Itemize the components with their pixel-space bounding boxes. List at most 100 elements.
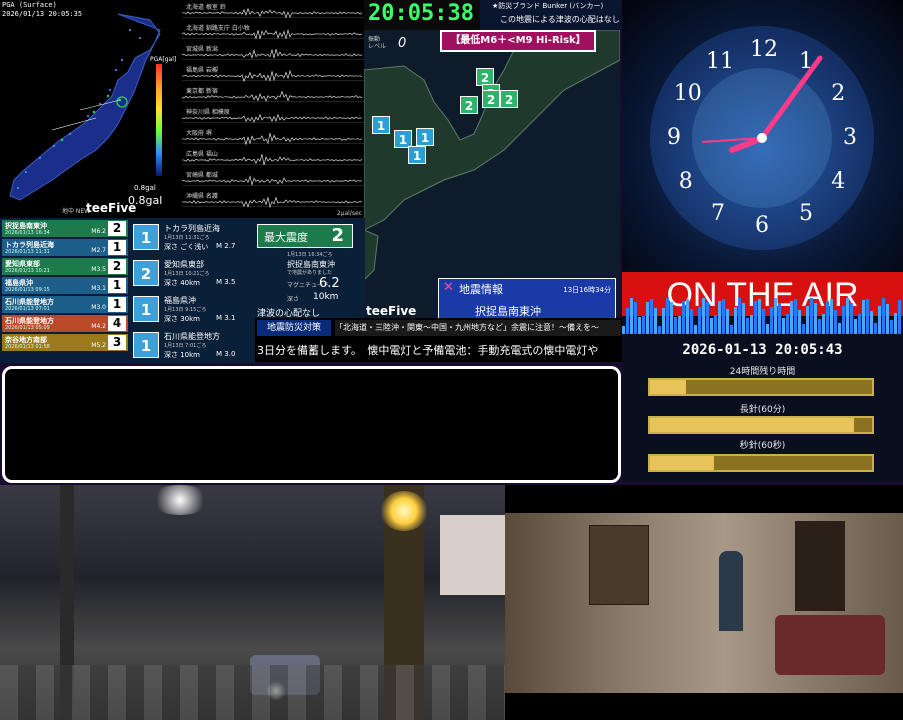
wave-bar xyxy=(798,310,801,334)
clock-numeral: 5 xyxy=(794,201,818,226)
person xyxy=(719,551,743,631)
earthquake-list-item[interactable]: トカラ列島近海 2026/01/13 11:31 M2.7 1 xyxy=(2,239,128,256)
intensity-marker: 1 xyxy=(416,128,434,146)
wave-bar xyxy=(858,314,861,334)
eq-magnitude: M3.0 xyxy=(91,304,106,311)
earthquake-list-item[interactable]: 択捉島南東沖 2026/01/13 16:34 M6.2 2 xyxy=(2,220,128,237)
detail-magnitude: M 2.7 xyxy=(216,242,235,250)
detail-magnitude: M 3.5 xyxy=(216,278,235,286)
wave-bar xyxy=(774,298,777,334)
wave-bar xyxy=(690,309,693,334)
wave-bar xyxy=(830,299,833,334)
wave-bar xyxy=(630,298,633,334)
wave-bar xyxy=(794,299,797,334)
earthquake-list-item[interactable]: 奈谷地方南部 2026/01/13 01:58 M5.2 3 xyxy=(2,334,128,351)
wave-bar xyxy=(646,302,649,334)
wave-bar xyxy=(710,318,713,334)
intensity-map-panel: 振動 レベル 0 【最低M6＋<M9 Hi-Risk】 222221111 te… xyxy=(364,30,620,320)
doorway xyxy=(795,521,845,611)
info-mag-value: 6.2 xyxy=(319,276,340,291)
detail-magnitude: M 3.1 xyxy=(216,314,235,322)
bar1-label: 24時間残り時間 xyxy=(622,364,903,377)
bookshelf xyxy=(589,525,649,605)
earthquake-list: 択捉島南東沖 2026/01/13 16:34 M6.2 2 トカラ列島近海 2026/0… xyxy=(0,218,130,363)
clock-numeral: 10 xyxy=(674,81,698,106)
wave-bar xyxy=(754,301,757,334)
wave-bar xyxy=(838,323,841,334)
eq-intensity: 4 xyxy=(108,316,126,331)
earthquake-detail-item: 1 トカラ列島近海 1月13日 11:31ごろ 深さ ごく浅い M 2.7 xyxy=(130,220,258,254)
intensity-marker: 2 xyxy=(482,90,500,108)
wave-bar xyxy=(718,301,721,334)
wave-bar xyxy=(742,303,745,334)
intensity-marker: 1 xyxy=(372,116,390,134)
intensity-marker: 2 xyxy=(460,96,478,114)
wave-bar xyxy=(674,317,677,334)
eq-date: 2026/01/13 16:34 xyxy=(5,230,50,236)
wave-bar xyxy=(654,308,657,334)
intensity-marker: 1 xyxy=(408,146,426,164)
eq-info-panel: ✕ 地震情報 13日16時34分 択捉島南東沖 xyxy=(438,278,616,320)
earthquake-list-item[interactable]: 石川県能登地方 2026/01/13 05:09 M4.2 4 xyxy=(2,315,128,332)
wave-bar xyxy=(766,324,769,334)
ticker-scroll: 3日分を備蓄します。 懐中電灯と予備電池：手動充電式の懐中電灯や xyxy=(257,342,621,358)
wave-bar xyxy=(722,299,725,334)
top-clock-time: 20:05:38 xyxy=(368,1,474,26)
wave-bar xyxy=(762,309,765,334)
earthquake-list-item[interactable]: 愛知県東部 2026/01/13 10:21 M3.5 2 xyxy=(2,258,128,275)
wave-bar xyxy=(894,313,897,334)
wave-bar xyxy=(698,307,701,334)
wave-bar xyxy=(686,299,689,334)
wave-bar xyxy=(682,301,685,334)
room-camera-feed xyxy=(505,485,903,720)
news-ticker: 地震防災対策 「北海道・三陸沖・関東〜中国・九州地方など」余震に注意！〜備えを〜… xyxy=(255,318,622,362)
wave-bar xyxy=(882,298,885,334)
wave-bar xyxy=(886,304,889,334)
wave-bar xyxy=(730,325,733,334)
wave-bar xyxy=(842,306,845,334)
detail-name: トカラ列島近海 xyxy=(164,223,220,234)
bar1 xyxy=(648,378,874,396)
earthquake-list-item[interactable]: 福島県沖 2026/01/13 09:15 M3.1 1 xyxy=(2,277,128,294)
wave-bar xyxy=(890,320,893,334)
detail-depth: 深さ ごく浅い xyxy=(164,242,208,252)
wave-bar xyxy=(790,301,793,334)
seismo-trace: 宮崎県 都城 xyxy=(182,168,364,186)
wave-bar xyxy=(638,317,641,334)
max-intensity-box: 最大震度 2 xyxy=(257,224,353,248)
wave-bar xyxy=(642,316,645,334)
eq-info-title: 地震情報 xyxy=(459,281,503,297)
info-place-sub: で地震がありました xyxy=(287,269,332,276)
seismograph-panel: 北海道 根室 鈴北海道 釧路支庁 白小牧 宮城県 新潟 福島県 岩槻 東京都 新宿 神奈… xyxy=(182,0,364,218)
letterbox-top xyxy=(505,485,903,513)
detail-time: 1月13日 7:01ごろ xyxy=(164,342,206,349)
wave-bar xyxy=(822,314,825,334)
clock-numeral: 12 xyxy=(750,37,774,62)
wave-bar xyxy=(746,318,749,334)
eq-date: 2026/01/13 07:01 xyxy=(5,306,50,312)
analog-clock-panel: 12 1 2 3 4 5 6 7 8 9 10 11 xyxy=(622,0,903,272)
seismo-scale: 2μal/sec xyxy=(337,210,362,217)
eq-date: 2026/01/13 09:15 xyxy=(5,287,50,293)
wave-bar xyxy=(670,302,673,334)
detail-depth: 深さ 30km xyxy=(164,314,200,324)
seismo-trace: 沖縄県 名護 xyxy=(182,189,364,207)
wave-bar xyxy=(818,319,821,334)
earthquake-list-item[interactable]: 石川県能登地方 2026/01/13 07:01 M3.0 1 xyxy=(2,296,128,313)
wave-bar xyxy=(806,306,809,334)
detail-magnitude: M 3.0 xyxy=(216,350,235,358)
wave-bar xyxy=(802,324,805,334)
tsunami-status: 津波の心配なし xyxy=(257,306,320,318)
seismo-trace: 福島県 岩槻 xyxy=(182,63,364,81)
eq-intensity: 1 xyxy=(108,240,126,255)
wave-bar xyxy=(750,315,753,334)
sofa xyxy=(775,615,885,675)
level-value: 0 xyxy=(398,36,406,51)
wave-bar xyxy=(758,299,761,334)
seismo-trace: 大阪府 堺 xyxy=(182,126,364,144)
bar3-fill xyxy=(650,456,714,470)
wave-bar xyxy=(898,300,901,334)
clock-numeral: 2 xyxy=(826,81,850,106)
wave-bar xyxy=(870,311,873,334)
wave-bar xyxy=(874,323,877,334)
